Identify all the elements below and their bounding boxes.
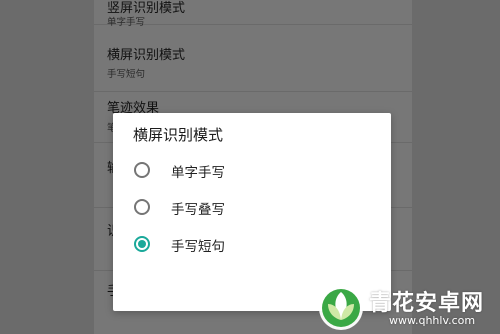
option-label: 手写短句 xyxy=(171,239,225,255)
settings-item-portrait-mode[interactable]: 竖屏识别模式 单字手写 xyxy=(94,0,412,28)
option-short-sentence[interactable]: 手写短句 xyxy=(125,227,375,261)
site-url: www.qhhlv.com xyxy=(389,314,476,327)
site-logo-icon xyxy=(319,286,363,330)
watermark: 青花安卓网 www.qhhlv.com xyxy=(315,280,500,334)
settings-item-landscape-mode[interactable]: 横屏识别模式 手写短句 xyxy=(94,25,412,92)
site-name: 青花安卓网 xyxy=(369,291,485,316)
settings-item-title: 横屏识别模式 xyxy=(107,48,186,63)
option-label: 手写叠写 xyxy=(171,202,225,218)
background-left xyxy=(0,0,94,334)
settings-item-subtitle: 手写短句 xyxy=(107,69,146,80)
radio-checked-icon[interactable] xyxy=(134,236,150,252)
dialog-title: 横屏识别模式 xyxy=(133,126,224,144)
option-overlap-writing[interactable]: 手写叠写 xyxy=(125,190,375,224)
option-single-char[interactable]: 单字手写 xyxy=(125,153,375,187)
radio-unchecked-icon[interactable] xyxy=(134,162,150,178)
radio-unchecked-icon[interactable] xyxy=(134,199,150,215)
radio-dot xyxy=(138,240,146,248)
option-label: 单字手写 xyxy=(171,165,225,181)
